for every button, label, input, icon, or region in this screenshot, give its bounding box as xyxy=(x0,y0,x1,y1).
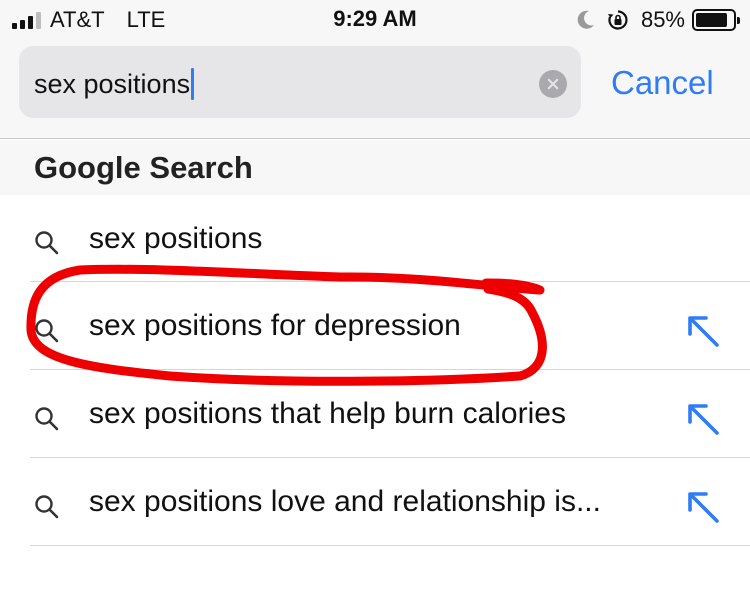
suggestion-label: sex positions xyxy=(89,222,263,255)
battery-percent: 85% xyxy=(640,7,685,32)
suggestion-list: sex positions sex positions for depressi… xyxy=(0,195,750,546)
fill-query-arrow-icon[interactable] xyxy=(684,488,722,526)
suggestion-label: sex positions for depression xyxy=(89,309,461,342)
search-field[interactable]: sex positions xyxy=(19,46,581,118)
battery-icon xyxy=(692,9,740,31)
suggestion-label: sex positions that help burn calories xyxy=(89,397,566,430)
status-bar: AT&T LTE 9:29 AM 85% xyxy=(0,0,750,42)
battery-fill xyxy=(696,13,727,27)
text-cursor xyxy=(191,68,195,100)
cancel-button[interactable]: Cancel xyxy=(611,64,714,102)
status-right: 85% xyxy=(577,6,740,34)
orientation-lock-icon xyxy=(607,10,628,30)
do-not-disturb-moon-icon xyxy=(577,10,594,29)
fill-query-arrow-icon[interactable] xyxy=(684,312,722,350)
fill-query-arrow-icon[interactable] xyxy=(684,400,722,438)
suggestion-row[interactable]: sex positions for depression xyxy=(0,282,750,370)
search-icon xyxy=(35,231,59,255)
search-header: sex positions Cancel xyxy=(0,42,750,139)
row-divider xyxy=(30,545,750,546)
suggestion-row[interactable]: sex positions that help burn calories xyxy=(0,370,750,458)
suggestion-row[interactable]: sex positions xyxy=(0,195,750,282)
suggestion-label: sex positions love and relationship is..… xyxy=(89,485,601,518)
battery-tip xyxy=(737,17,740,24)
clear-text-button[interactable] xyxy=(539,70,567,98)
search-input[interactable]: sex positions xyxy=(34,68,195,100)
search-icon xyxy=(35,319,59,343)
suggestion-row[interactable]: sex positions love and relationship is..… xyxy=(0,458,750,546)
section-header: Google Search xyxy=(0,140,750,195)
search-icon xyxy=(35,495,59,519)
search-query-text: sex positions xyxy=(34,68,191,99)
section-title: Google Search xyxy=(34,150,253,185)
search-icon xyxy=(35,407,59,431)
